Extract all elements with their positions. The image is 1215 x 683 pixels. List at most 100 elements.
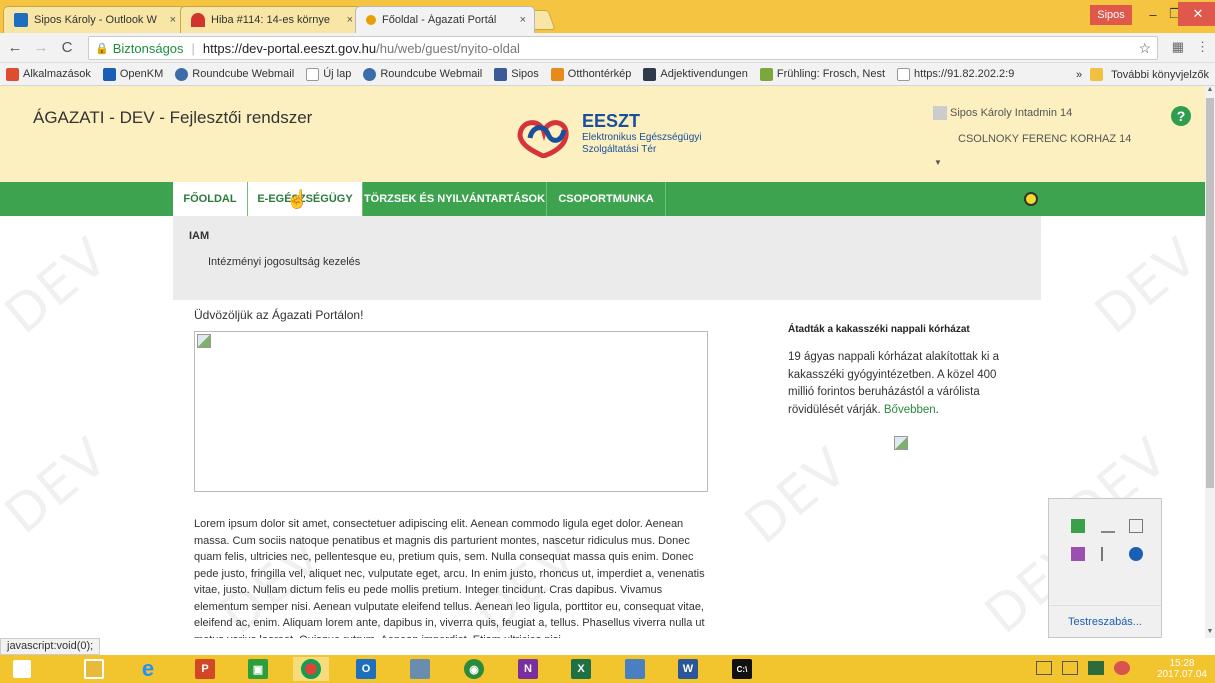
address-bar[interactable]: 🔒 Biztonságos | https://dev-portal.eeszt… (88, 36, 1158, 60)
scroll-thumb[interactable] (1206, 98, 1214, 488)
nav-groupwork[interactable]: CSOPORTMUNKA (547, 182, 666, 216)
scroll-up-icon[interactable]: ▲ (1205, 86, 1215, 96)
security-icon[interactable] (1129, 547, 1143, 561)
terminal-icon: C:\ (732, 659, 752, 679)
openkm-icon (102, 67, 116, 81)
customize-link[interactable]: Testreszabás... (1049, 605, 1161, 638)
nav-dropdown: IAM Intézményi jogosultság kezelés (173, 216, 1041, 300)
bookmark-roundcube-2[interactable]: Roundcube Webmail (357, 67, 488, 81)
page-icon (306, 67, 320, 81)
url-path: /hu/web/guest/nyito-oldal (376, 40, 520, 56)
signal-icon[interactable] (1101, 519, 1115, 533)
bookmark-apps[interactable]: Alkalmazások (0, 67, 97, 81)
close-icon[interactable]: × (170, 14, 176, 26)
web-page: DEV DEV DEV DEV DEV DEV DEV DEV ÁGAZATI … (0, 86, 1205, 638)
menu-icon[interactable]: ⋮ (1196, 39, 1209, 55)
lorem-paragraph: Lorem ipsum dolor sit amet, consectetuer… (194, 518, 705, 638)
read-more-link[interactable]: Bővebben (884, 404, 936, 416)
bookmark-roundcube[interactable]: Roundcube Webmail (169, 67, 300, 81)
onenote-icon: N (518, 659, 538, 679)
network-tray-icon[interactable] (1088, 661, 1104, 675)
tab-issue[interactable]: Hiba #114: 14-es környe × (180, 6, 362, 33)
tray-overflow-popup: Testreszabás... (1048, 498, 1162, 638)
bookmark-otthonterkep[interactable]: Otthontérkép (545, 67, 638, 81)
bookmark-fruhling[interactable]: Frühling: Frosch, Nest (754, 67, 891, 81)
extension-icon[interactable]: ▦ (1172, 39, 1184, 55)
accessibility-icon[interactable] (1024, 192, 1038, 206)
taskbar-powerpoint[interactable]: P (187, 657, 223, 681)
bookmark-adjektiv[interactable]: Adjektivendungen (637, 67, 753, 81)
dev-watermark: DEV (0, 426, 121, 546)
taskbar-store[interactable]: ▣ (240, 657, 276, 681)
nav-home[interactable]: FŐOLDAL (173, 182, 248, 216)
network-icon[interactable] (1129, 519, 1143, 533)
bookmark-ip[interactable]: https://91.82.202.2:9 (891, 67, 1020, 81)
start-button[interactable] (4, 657, 40, 681)
welcome-text: Üdvözöljük az Ágazati Portálon! (194, 308, 364, 322)
eeszt-logo[interactable]: EESZT Elektronikus Egészségügyi Szolgált… (510, 108, 702, 158)
eye-icon: ◉ (464, 659, 484, 679)
bookmark-star-icon[interactable]: ☆ (1138, 40, 1151, 57)
tab-title: Hiba #114: 14-es környe (211, 14, 331, 26)
taskbar-cmd[interactable]: C:\ (724, 657, 760, 681)
close-icon[interactable]: × (347, 14, 353, 26)
chevron-down-icon[interactable]: ▼ (934, 158, 942, 167)
tab-title: Sipos Károly - Outlook W (34, 14, 157, 26)
taskbar-word[interactable]: W (670, 657, 706, 681)
bookmarks-bar: Alkalmazások OpenKM Roundcube Webmail Új… (0, 63, 1215, 86)
flag-icon[interactable] (1101, 547, 1115, 561)
taskbar-ie[interactable]: e (130, 656, 166, 681)
profile-button[interactable]: Sipos (1090, 5, 1132, 25)
outlook-icon: O (356, 659, 376, 679)
broken-image (194, 331, 708, 492)
tab-portal[interactable]: Főoldal - Ágazati Portál × (355, 6, 535, 33)
bookmark-new-tab[interactable]: Új lap (300, 67, 357, 81)
forward-icon[interactable]: → (30, 39, 52, 56)
house-icon (550, 67, 564, 81)
clock[interactable]: 15:28 2017.07.04 (1157, 658, 1207, 680)
eeszt-logo-mark-icon (517, 120, 569, 158)
clock-date: 2017.07.04 (1156, 669, 1207, 680)
close-icon[interactable]: × (520, 14, 526, 26)
nav-registries[interactable]: TÖRZSEK ÉS NYILVÁNTARTÁSOK (363, 182, 547, 216)
dropdown-item-permissions[interactable]: Intézményi jogosultság kezelés (208, 256, 360, 268)
taskbar-excel[interactable]: X (563, 657, 599, 681)
user-menu[interactable]: Sipos Károly Intadmin 14 (933, 106, 1072, 120)
bookmark-openkm[interactable]: OpenKM (97, 67, 169, 81)
help-icon[interactable]: ? (1171, 106, 1191, 126)
back-icon[interactable]: ← (4, 39, 26, 56)
taskbar-chrome[interactable] (293, 657, 329, 681)
bookmark-facebook[interactable]: Sipos (488, 67, 545, 81)
ie-icon: e (141, 656, 155, 681)
app-tray-icon[interactable] (1071, 519, 1085, 533)
taskbar-outlook[interactable]: O (348, 657, 384, 681)
avatar (933, 106, 947, 120)
windows-icon (13, 660, 31, 678)
reload-icon[interactable]: C (56, 39, 78, 56)
more-bookmarks-icon[interactable]: » (1076, 69, 1082, 81)
tab-title: Főoldal - Ágazati Portál (382, 14, 497, 26)
taskbar-network-app[interactable] (617, 657, 653, 681)
taskbar-onenote[interactable]: N (510, 657, 546, 681)
taskbar-app-window[interactable] (402, 657, 438, 681)
tray-arrow-icon[interactable] (1062, 661, 1078, 675)
facebook-icon (494, 67, 508, 81)
tab-outlook[interactable]: Sipos Károly - Outlook W × (3, 6, 185, 33)
frog-icon (759, 67, 773, 81)
volume-icon[interactable] (1114, 661, 1130, 675)
taskbar-viewer[interactable]: ◉ (456, 657, 492, 681)
vertical-scrollbar[interactable]: ▲ ▼ (1205, 86, 1215, 638)
other-bookmarks[interactable]: További könyvjelzők (1111, 69, 1209, 81)
onenote-tray-icon[interactable] (1071, 547, 1085, 561)
roundcube-icon (175, 67, 189, 81)
page-icon (897, 67, 911, 81)
taskbar-explorer[interactable] (76, 657, 112, 681)
close-window-icon[interactable]: ✕ (1178, 2, 1215, 26)
dev-watermark: DEV (1084, 226, 1205, 346)
broken-image-icon (197, 334, 211, 348)
main-nav: FŐOLDAL E-EGÉSZSÉGÜGY TÖRZSEK ÉS NYILVÁN… (0, 182, 1205, 216)
store-icon: ▣ (248, 659, 268, 679)
keyboard-icon[interactable] (1036, 661, 1052, 675)
status-bar: javascript:void(0); (0, 638, 101, 655)
scroll-down-icon[interactable]: ▼ (1205, 628, 1215, 638)
